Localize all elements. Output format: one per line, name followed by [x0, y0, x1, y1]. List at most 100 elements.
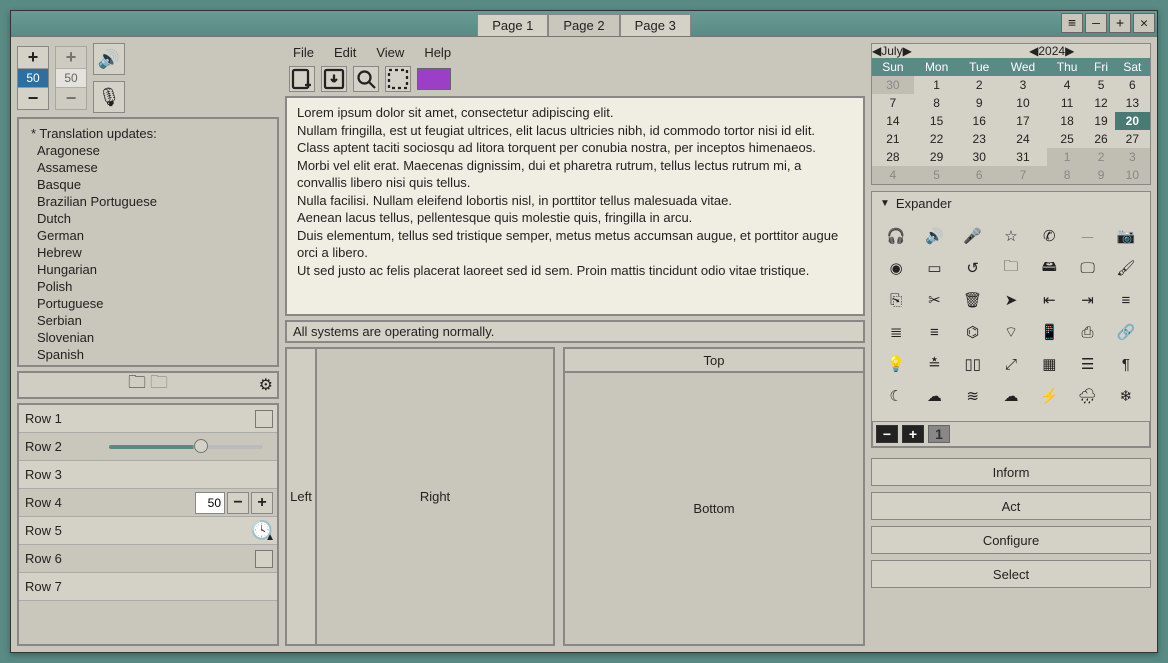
pager-minus[interactable]: − [876, 425, 898, 443]
cut-icon[interactable]: ✂ [916, 285, 952, 315]
rain-icon[interactable]: 🌧 [1069, 381, 1105, 411]
calendar-day[interactable]: 8 [1047, 166, 1087, 184]
trash-icon[interactable]: 🗑 [955, 285, 991, 315]
year-next[interactable]: ▶ [1065, 44, 1074, 58]
month-next[interactable]: ▶ [903, 44, 912, 58]
calendar-day[interactable]: 2 [959, 76, 999, 94]
cloud-icon[interactable]: ☁ [993, 381, 1029, 411]
zoom-icon[interactable] [353, 66, 379, 92]
calendar-day[interactable]: 6 [959, 166, 999, 184]
folder-light-icon[interactable]: 🗀 [150, 370, 168, 400]
calendar-day[interactable]: 9 [1087, 166, 1114, 184]
indent-inc-icon[interactable]: ⇥ [1069, 285, 1105, 315]
drive-icon[interactable]: 🖴 [1031, 253, 1067, 283]
brush-icon[interactable]: 🖌 [1108, 253, 1144, 283]
calendar-day[interactable]: 10 [1115, 166, 1150, 184]
row-4-input[interactable] [195, 492, 225, 514]
menu-view[interactable]: View [376, 45, 404, 60]
indent-dec-icon[interactable]: ⇤ [1031, 285, 1067, 315]
calendar-day[interactable]: 24 [999, 130, 1047, 148]
calendar-day[interactable]: 31 [999, 148, 1047, 166]
menu-edit[interactable]: Edit [334, 45, 356, 60]
calendar-day[interactable]: 30 [872, 76, 914, 94]
inform-button[interactable]: Inform [871, 458, 1151, 486]
sliders-icon[interactable]: ≛ [916, 349, 952, 379]
new-tab-icon[interactable] [289, 66, 315, 92]
location-icon[interactable]: ➤ [993, 285, 1029, 315]
select-button[interactable]: Select [871, 560, 1151, 588]
tab-page-3[interactable]: Page 3 [620, 14, 691, 36]
menu-help[interactable]: Help [424, 45, 451, 60]
calendar-day[interactable]: 5 [1087, 76, 1114, 94]
calendar-day[interactable]: 16 [959, 112, 999, 130]
volume-icon[interactable]: 🔊 [916, 221, 952, 251]
phone-icon[interactable]: ✆ [1031, 221, 1067, 251]
row-2-slider[interactable] [109, 445, 263, 449]
calendar-day[interactable]: 3 [1115, 148, 1150, 166]
calendar-day[interactable]: 2 [1087, 148, 1114, 166]
list-item[interactable]: Spanish [31, 346, 265, 363]
calendar-day[interactable]: 19 [1087, 112, 1114, 130]
expander-header[interactable]: ▼ Expander [872, 192, 1150, 215]
row-4-plus[interactable]: + [251, 492, 273, 514]
fullscreen-icon[interactable]: ⤢ [993, 349, 1029, 379]
gear-icon[interactable]: ⚙ [259, 375, 273, 395]
star-icon[interactable]: ☆ [993, 221, 1029, 251]
calendar-day[interactable]: 5 [914, 166, 960, 184]
calendar-day[interactable]: 9 [959, 94, 999, 112]
webcam-icon[interactable]: ◉ [878, 253, 914, 283]
headphones-icon[interactable]: 🎧 [878, 221, 914, 251]
align-right-icon[interactable]: ≡ [916, 317, 952, 347]
list-item[interactable]: Serbian [31, 312, 265, 329]
list-item[interactable]: Uyghur [31, 363, 265, 367]
tab-page-2[interactable]: Page 2 [548, 14, 619, 36]
row-1-checkbox[interactable] [255, 410, 273, 428]
calendar-day[interactable]: 28 [872, 148, 914, 166]
justify-icon[interactable]: ≡ [1108, 285, 1144, 315]
microphone-icon[interactable]: 🎙 [93, 81, 125, 113]
calendar-day[interactable]: 6 [1115, 76, 1150, 94]
calendar-day[interactable]: 18 [1047, 112, 1087, 130]
calendar-day[interactable]: 23 [959, 130, 999, 148]
history-icon[interactable]: ↺ [955, 253, 991, 283]
tab-page-1[interactable]: Page 1 [477, 14, 548, 36]
list-item[interactable]: Hebrew [31, 244, 265, 261]
list-item[interactable]: Aragonese [31, 142, 265, 159]
calendar-day[interactable]: 25 [1047, 130, 1087, 148]
cloud-night-icon[interactable]: ☁ [916, 381, 952, 411]
calendar-day[interactable]: 22 [914, 130, 960, 148]
folder-icon[interactable]: 🗀 [993, 253, 1029, 283]
configure-button[interactable]: Configure [871, 526, 1151, 554]
clipboard-icon[interactable]: ⎙ [1069, 317, 1105, 347]
act-button[interactable]: Act [871, 492, 1151, 520]
network-icon[interactable]: ⌬ [955, 317, 991, 347]
moon-icon[interactable]: ☾ [878, 381, 914, 411]
calendar-day[interactable]: 8 [914, 94, 960, 112]
translation-list[interactable]: * Translation updates: Aragonese Assames… [17, 117, 279, 367]
snow-icon[interactable]: ❄ [1108, 381, 1144, 411]
spinbox-1[interactable]: + − [17, 46, 49, 110]
calendar-day[interactable]: 1 [1047, 148, 1087, 166]
bulb-icon[interactable]: 💡 [878, 349, 914, 379]
calendar-day[interactable]: 7 [999, 166, 1047, 184]
list-item[interactable]: Polish [31, 278, 265, 295]
folder-dark-icon[interactable]: 🗀 [128, 370, 146, 400]
book-icon[interactable]: ▯▯ [955, 349, 991, 379]
text-pane[interactable]: Lorem ipsum dolor sit amet, consectetur … [285, 96, 865, 316]
spinbox-1-up[interactable]: + [18, 47, 48, 69]
format-icon[interactable]: ¶ [1108, 349, 1144, 379]
close-button[interactable]: ✕ [1133, 13, 1155, 33]
monitor-icon[interactable]: 🖵 [1069, 253, 1105, 283]
download-icon[interactable] [321, 66, 347, 92]
calendar-day[interactable]: 4 [872, 166, 914, 184]
calendar-day[interactable]: 12 [1087, 94, 1114, 112]
calendar-day[interactable]: 20 [1115, 112, 1150, 130]
calendar-day[interactable]: 17 [999, 112, 1047, 130]
year-prev[interactable]: ◀ [1029, 44, 1038, 58]
calendar-day[interactable]: 30 [959, 148, 999, 166]
minimize-button[interactable]: — [1085, 13, 1107, 33]
spinbox-1-input[interactable] [18, 69, 48, 87]
storm-icon[interactable]: ⚡ [1031, 381, 1067, 411]
screenshot-icon[interactable] [385, 66, 411, 92]
list-item[interactable]: Dutch [31, 210, 265, 227]
